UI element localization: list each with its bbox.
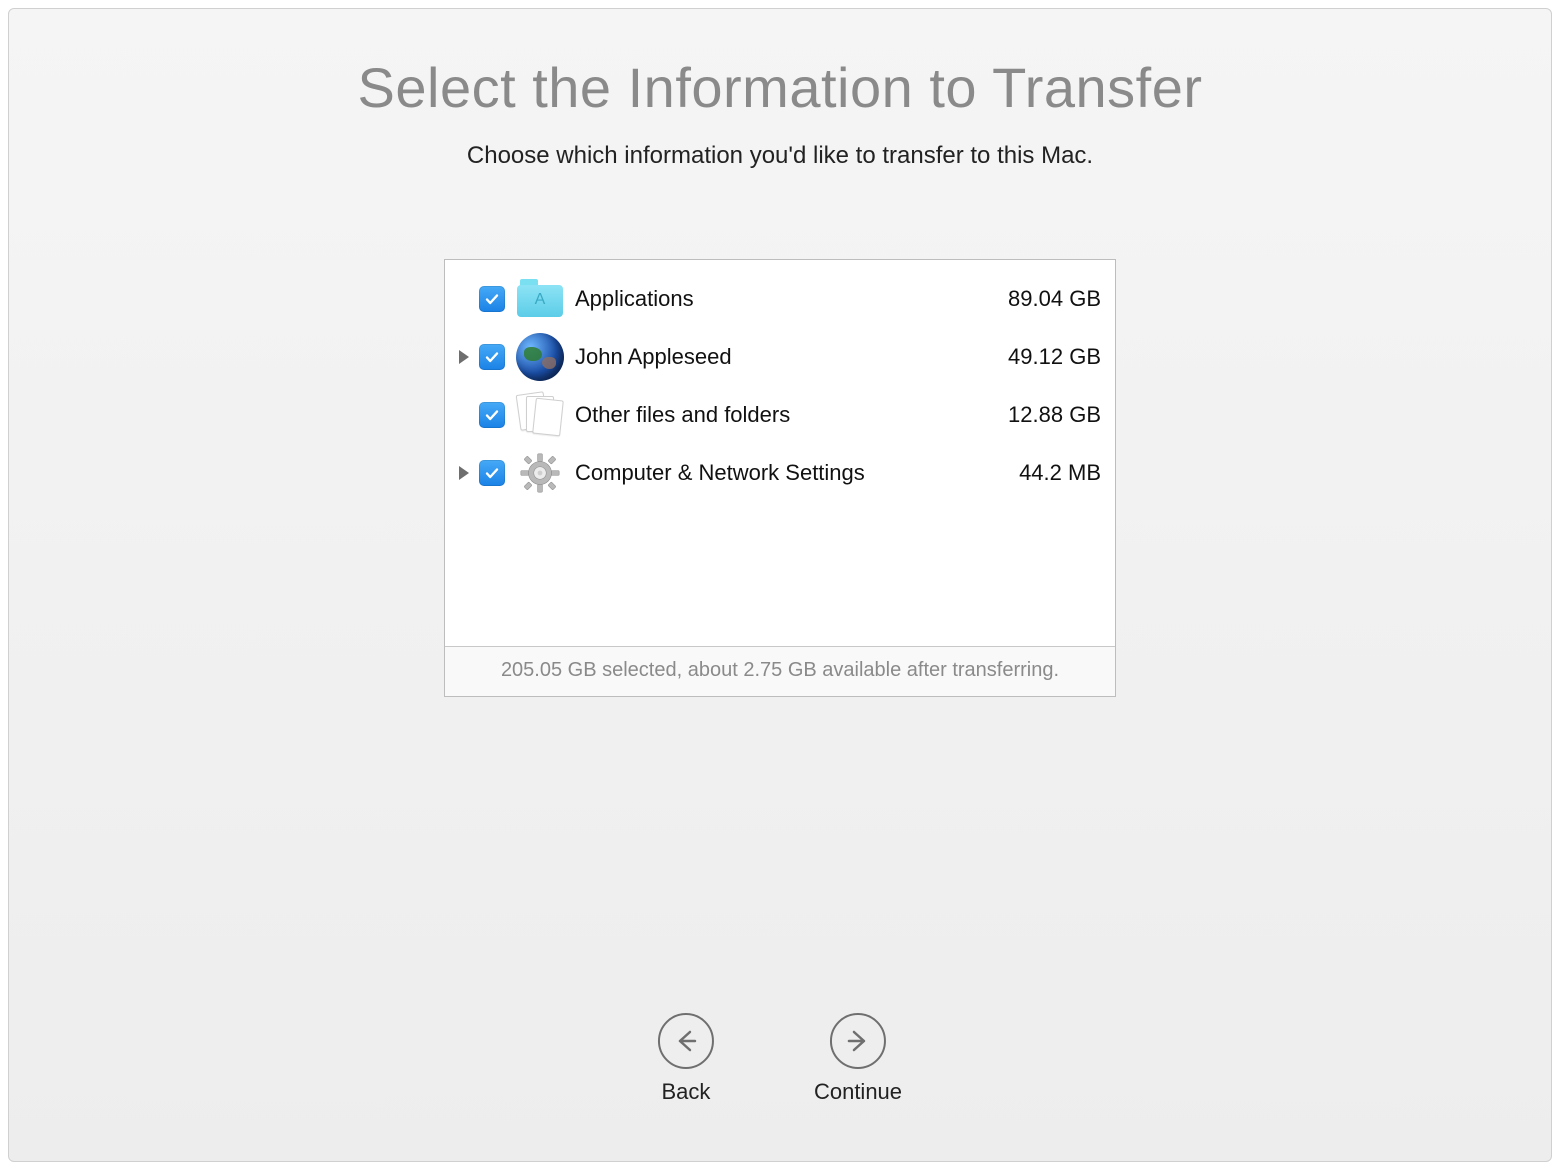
item-size: 89.04 GB (1008, 286, 1101, 312)
continue-button[interactable]: Continue (814, 1013, 902, 1105)
migration-assistant-window: Select the Information to Transfer Choos… (8, 8, 1552, 1162)
checkbox-user[interactable] (479, 344, 505, 370)
continue-label: Continue (814, 1079, 902, 1105)
disclosure-triangle[interactable] (453, 350, 475, 364)
transfer-items-panel: A Applications 89.04 GB (444, 259, 1116, 697)
documents-icon (515, 390, 565, 440)
checkbox-applications[interactable] (479, 286, 505, 312)
disclosure-triangle[interactable] (453, 466, 475, 480)
back-label: Back (661, 1079, 710, 1105)
continue-arrow-icon (830, 1013, 886, 1069)
user-globe-icon (515, 332, 565, 382)
item-size: 12.88 GB (1008, 402, 1101, 428)
checkmark-icon (484, 349, 500, 365)
page-subtitle: Choose which information you'd like to t… (9, 142, 1551, 170)
item-size: 49.12 GB (1008, 344, 1101, 370)
back-button[interactable]: Back (658, 1013, 714, 1105)
list-item-other-files[interactable]: Other files and folders 12.88 GB (445, 386, 1115, 444)
list-item-applications[interactable]: A Applications 89.04 GB (445, 270, 1115, 328)
item-label: Other files and folders (575, 402, 1008, 428)
checkmark-icon (484, 407, 500, 423)
item-size: 44.2 MB (1019, 460, 1101, 486)
checkbox-other-files[interactable] (479, 402, 505, 428)
nav-buttons: Back Continue (658, 1013, 902, 1105)
checkmark-icon (484, 291, 500, 307)
status-summary: 205.05 GB selected, about 2.75 GB availa… (445, 646, 1115, 696)
list-item-user[interactable]: John Appleseed 49.12 GB (445, 328, 1115, 386)
item-label: John Appleseed (575, 344, 1008, 370)
gear-icon (515, 448, 565, 498)
item-label: Applications (575, 286, 1008, 312)
transfer-items-list: A Applications 89.04 GB (445, 260, 1115, 646)
checkmark-icon (484, 465, 500, 481)
item-label: Computer & Network Settings (575, 460, 1019, 486)
chevron-right-icon (459, 350, 469, 364)
chevron-right-icon (459, 466, 469, 480)
applications-folder-icon: A (515, 274, 565, 324)
back-arrow-icon (658, 1013, 714, 1069)
list-item-settings[interactable]: Computer & Network Settings 44.2 MB (445, 444, 1115, 502)
checkbox-settings[interactable] (479, 460, 505, 486)
page-title: Select the Information to Transfer (9, 55, 1551, 120)
